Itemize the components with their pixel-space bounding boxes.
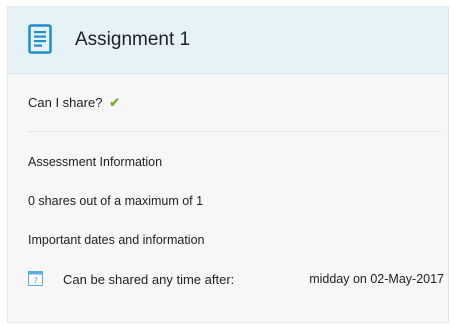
assignment-card: Assignment 1 Can I share? ✔ Assessment I… [7, 6, 449, 323]
divider [28, 131, 442, 132]
checkmark-icon: ✔ [109, 95, 120, 110]
assignment-title: Assignment 1 [75, 29, 191, 50]
share-question: Can I share? [28, 95, 103, 110]
share-status: Can I share? ✔ [28, 95, 120, 111]
dates-heading: Important dates and information [28, 233, 205, 247]
assessment-heading: Assessment Information [28, 155, 163, 169]
card-header: Assignment 1 [8, 7, 448, 74]
share-after-label: Can be shared any time after: [63, 272, 235, 287]
calendar-icon: 7 [28, 271, 43, 286]
share-after-value: midday on 02-May-2017 [309, 272, 444, 286]
share-after-row: 7 Can be shared any time after: midday o… [28, 270, 444, 290]
shares-count-text: 0 shares out of a maximum of 1 [28, 194, 204, 208]
calendar-day-text: 7 [33, 277, 38, 286]
assignment-document-icon [28, 24, 52, 54]
